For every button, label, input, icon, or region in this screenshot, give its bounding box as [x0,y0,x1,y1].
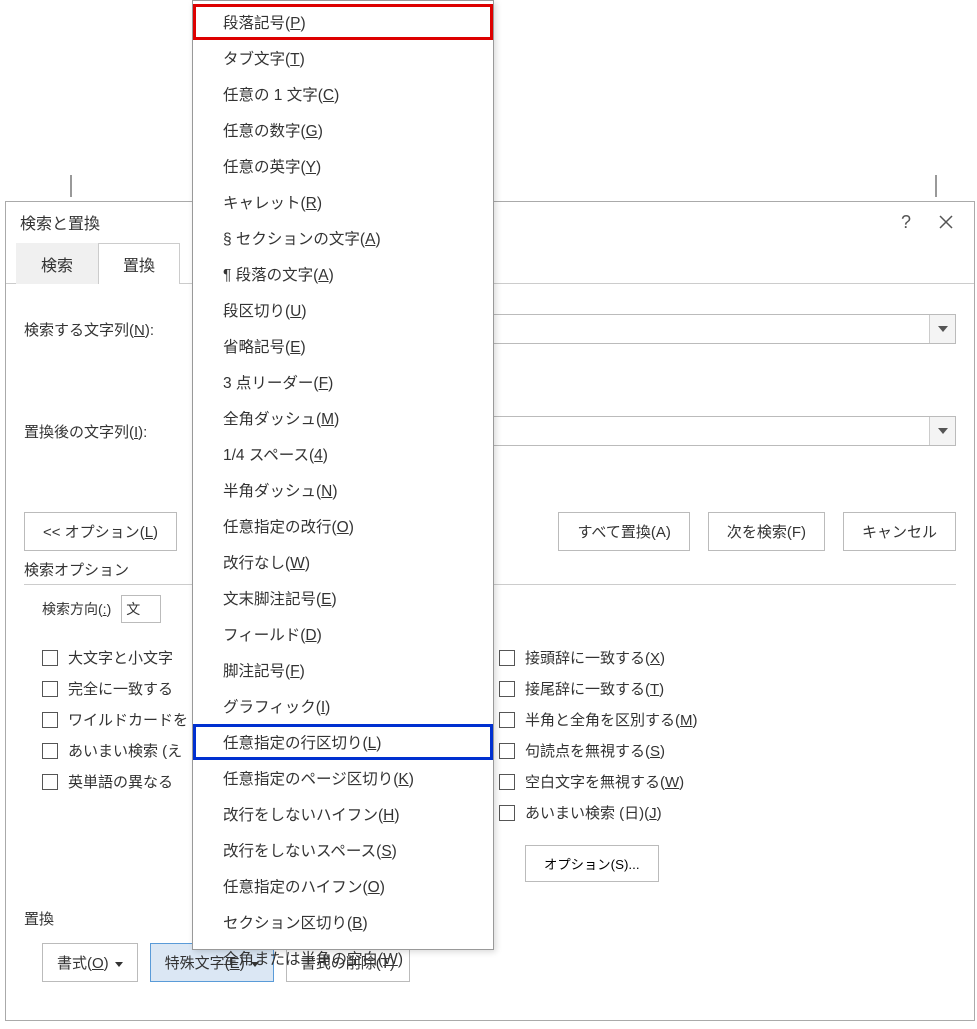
checkbox-icon[interactable] [499,712,515,728]
menu-item[interactable]: 文末脚注記号(E) [193,580,493,616]
options-detail-button[interactable]: オプション(S)... [525,845,659,882]
menu-item[interactable]: 改行をしないハイフン(H) [193,796,493,832]
check-item[interactable]: 接尾辞に一致する(T) [499,678,956,699]
checkbox-icon[interactable] [42,712,58,728]
ruler-mark [935,175,937,197]
right-column: 接頭辞に一致する(X) 接尾辞に一致する(T) 半角と全角を区別する(M) 句読点を無… [499,637,956,882]
menu-item[interactable]: 改行をしないスペース(S) [193,832,493,868]
menu-item[interactable]: 全角ダッシュ(M) [193,400,493,436]
caret-down-icon [115,954,123,971]
menu-item[interactable]: 任意指定のハイフン(O) [193,868,493,904]
menu-item[interactable]: タブ文字(T) [193,40,493,76]
checkbox-icon[interactable] [499,805,515,821]
checkbox-icon[interactable] [42,774,58,790]
menu-item[interactable]: 半角ダッシュ(N) [193,472,493,508]
tab-search[interactable]: 検索 [16,243,98,284]
chevron-down-icon[interactable] [929,315,955,343]
menu-item[interactable]: 任意指定の行区切り(L) [193,724,493,760]
menu-item[interactable]: 3 点リーダー(F) [193,364,493,400]
check-item[interactable]: あいまい検索 (日)(J) [499,802,956,823]
find-label: 検索する文字列(N): [24,319,194,340]
check-item[interactable]: 接頭辞に一致する(X) [499,647,956,668]
direction-label: 検索方向(:) [42,599,111,619]
checkbox-icon[interactable] [42,743,58,759]
cancel-button[interactable]: キャンセル [843,512,956,551]
menu-item[interactable]: 全角または半角の空白(W) [193,940,493,976]
menu-item[interactable]: 任意の 1 文字(C) [193,76,493,112]
menu-item[interactable]: キャレット(R) [193,184,493,220]
special-char-menu: 段落記号(P)タブ文字(T)任意の 1 文字(C)任意の数字(G)任意の英字(Y… [192,0,494,950]
check-item[interactable]: 句読点を無視する(S) [499,740,956,761]
menu-item[interactable]: 任意指定の改行(O) [193,508,493,544]
checkbox-icon[interactable] [499,681,515,697]
chevron-down-icon[interactable] [929,417,955,445]
menu-item[interactable]: グラフィック(I) [193,688,493,724]
checkbox-icon[interactable] [42,650,58,666]
menu-item[interactable]: 段区切り(U) [193,292,493,328]
menu-item[interactable]: § セクションの文字(A) [193,220,493,256]
close-icon[interactable] [926,202,966,242]
menu-item[interactable]: 任意指定のページ区切り(K) [193,760,493,796]
replace-label: 置換後の文字列(I): [24,421,194,442]
menu-item[interactable]: セクション区切り(B) [193,904,493,940]
check-item[interactable]: 空白文字を無視する(W) [499,771,956,792]
ruler-mark [70,175,72,197]
menu-item[interactable]: 省略記号(E) [193,328,493,364]
format-button[interactable]: 書式(O) [42,943,138,982]
menu-item[interactable]: 1/4 スペース(4) [193,436,493,472]
menu-item[interactable]: フィールド(D) [193,616,493,652]
menu-item[interactable]: 改行なし(W) [193,544,493,580]
options-toggle-button[interactable]: << オプション(L) [24,512,177,551]
checkbox-icon[interactable] [499,743,515,759]
tab-replace[interactable]: 置換 [98,243,180,284]
check-item[interactable]: 半角と全角を区別する(M) [499,709,956,730]
dialog-title: 検索と置換 [20,210,100,234]
menu-item[interactable]: 任意の英字(Y) [193,148,493,184]
menu-item[interactable]: 脚注記号(F) [193,652,493,688]
replace-all-button[interactable]: すべて置換(A) [558,512,689,551]
checkbox-icon[interactable] [499,650,515,666]
menu-item[interactable]: 任意の数字(G) [193,112,493,148]
find-next-button[interactable]: 次を検索(F) [708,512,825,551]
checkbox-icon[interactable] [499,774,515,790]
direction-select[interactable]: 文 [121,595,161,623]
menu-item[interactable]: ¶ 段落の文字(A) [193,256,493,292]
checkbox-icon[interactable] [42,681,58,697]
menu-item[interactable]: 段落記号(P) [193,4,493,40]
help-icon[interactable]: ? [886,202,926,242]
